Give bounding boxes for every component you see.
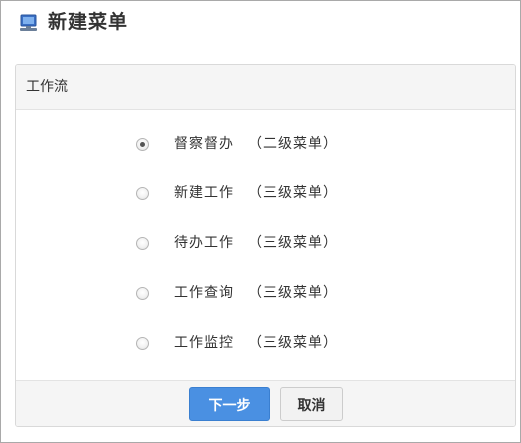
- option-label: 督察督办 （二级菜单）: [174, 136, 338, 152]
- option-label: 新建工作 （三级菜单）: [174, 185, 338, 201]
- option-new-work[interactable]: 新建工作 （三级菜单）: [136, 183, 436, 207]
- dialog-title-bar: 新建菜单: [1, 1, 520, 45]
- dialog-title: 新建菜单: [48, 11, 129, 33]
- radio-work-monitor[interactable]: [136, 337, 149, 350]
- option-label: 待办工作 （三级菜单）: [174, 235, 338, 251]
- panel-header: 工作流: [16, 65, 515, 110]
- option-label: 工作监控 （三级菜单）: [174, 335, 338, 351]
- workflow-panel: 工作流 督察督办 （二级菜单） 新建工作 （三级菜单） 待办工作 （三级菜单） 工作查…: [15, 64, 516, 427]
- cancel-button[interactable]: 取消: [280, 387, 343, 421]
- radio-new-work[interactable]: [136, 187, 149, 200]
- option-supervision[interactable]: 督察督办 （二级菜单）: [136, 134, 436, 158]
- radio-work-query[interactable]: [136, 287, 149, 300]
- radio-supervision[interactable]: [136, 138, 149, 151]
- option-pending-work[interactable]: 待办工作 （三级菜单）: [136, 233, 436, 257]
- panel-header-title: 工作流: [26, 79, 68, 95]
- panel-footer: 下一步 取消: [16, 380, 515, 426]
- new-menu-dialog: 新建菜单 工作流 督察督办 （二级菜单） 新建工作 （三级菜单） 待办工作 （三级菜单…: [0, 0, 521, 443]
- option-work-query[interactable]: 工作查询 （三级菜单）: [136, 283, 436, 307]
- radio-pending-work[interactable]: [136, 237, 149, 250]
- monitor-icon: [19, 13, 39, 33]
- option-work-monitor[interactable]: 工作监控 （三级菜单）: [136, 333, 436, 357]
- option-label: 工作查询 （三级菜单）: [174, 285, 338, 301]
- next-step-button[interactable]: 下一步: [189, 387, 270, 421]
